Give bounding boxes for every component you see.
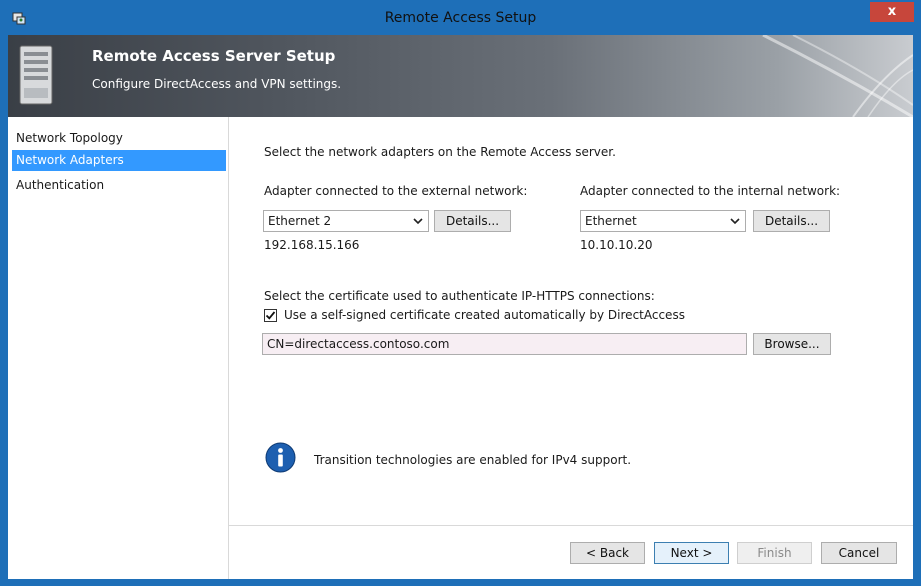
cancel-button[interactable]: Cancel xyxy=(821,542,897,564)
info-text: Transition technologies are enabled for … xyxy=(314,453,632,467)
wizard-header: Remote Access Server Setup Configure Dir… xyxy=(8,35,913,117)
external-adapter-select[interactable]: Ethernet 2 xyxy=(263,210,429,232)
close-button[interactable]: x xyxy=(870,2,914,22)
chevron-down-icon xyxy=(413,218,423,225)
certificate-label: Select the certificate used to authentic… xyxy=(264,289,655,303)
wizard-footer: < Back Next > Finish Cancel xyxy=(229,525,913,580)
internal-adapter-select[interactable]: Ethernet xyxy=(580,210,746,232)
header-title: Remote Access Server Setup xyxy=(92,47,336,65)
title-bar[interactable]: Remote Access Setup x xyxy=(1,1,920,35)
self-signed-checkbox[interactable] xyxy=(264,309,277,322)
external-ip-text: 192.168.15.166 xyxy=(264,238,360,252)
self-signed-label[interactable]: Use a self-signed certificate created au… xyxy=(284,308,685,322)
nav-item-label: Network Topology xyxy=(16,131,123,145)
external-adapter-label: Adapter connected to the external networ… xyxy=(264,184,528,198)
wizard-nav: Network Topology Network Adapters Authen… xyxy=(8,117,229,579)
info-icon xyxy=(265,442,296,473)
wizard-body: Network Topology Network Adapters Authen… xyxy=(8,117,913,579)
internal-ip-text: 10.10.10.20 xyxy=(580,238,653,252)
internal-details-button[interactable]: Details... xyxy=(753,210,830,232)
finish-button[interactable]: Finish xyxy=(737,542,812,564)
next-button[interactable]: Next > xyxy=(654,542,729,564)
server-icon xyxy=(19,45,53,105)
window-title: Remote Access Setup xyxy=(384,10,537,26)
nav-item-label: Network Adapters xyxy=(16,153,124,167)
intro-text: Select the network adapters on the Remot… xyxy=(264,145,616,159)
nav-item-label: Authentication xyxy=(16,178,105,192)
internal-adapter-label: Adapter connected to the internal networ… xyxy=(580,184,841,198)
nav-item-network-topology[interactable]: Network Topology xyxy=(12,128,226,149)
chevron-down-icon xyxy=(730,218,740,225)
browse-button[interactable]: Browse... xyxy=(753,333,831,355)
back-button[interactable]: < Back xyxy=(570,542,645,564)
remote-access-setup-window: Remote Access Setup x Remote Access Serv… xyxy=(0,0,921,586)
wizard-content: Select the network adapters on the Remot… xyxy=(229,117,913,525)
checkmark-icon xyxy=(265,311,276,320)
certificate-value: CN=directaccess.contoso.com xyxy=(267,337,450,351)
external-adapter-value: Ethernet 2 xyxy=(268,214,332,228)
close-icon: x xyxy=(887,4,897,19)
header-decoration xyxy=(762,35,913,117)
header-subtitle: Configure DirectAccess and VPN settings. xyxy=(92,77,342,91)
nav-item-authentication[interactable]: Authentication xyxy=(12,175,226,196)
external-details-button[interactable]: Details... xyxy=(434,210,511,232)
nav-item-network-adapters[interactable]: Network Adapters xyxy=(12,150,226,171)
internal-adapter-value: Ethernet xyxy=(585,214,637,228)
certificate-field[interactable]: CN=directaccess.contoso.com xyxy=(262,333,747,355)
